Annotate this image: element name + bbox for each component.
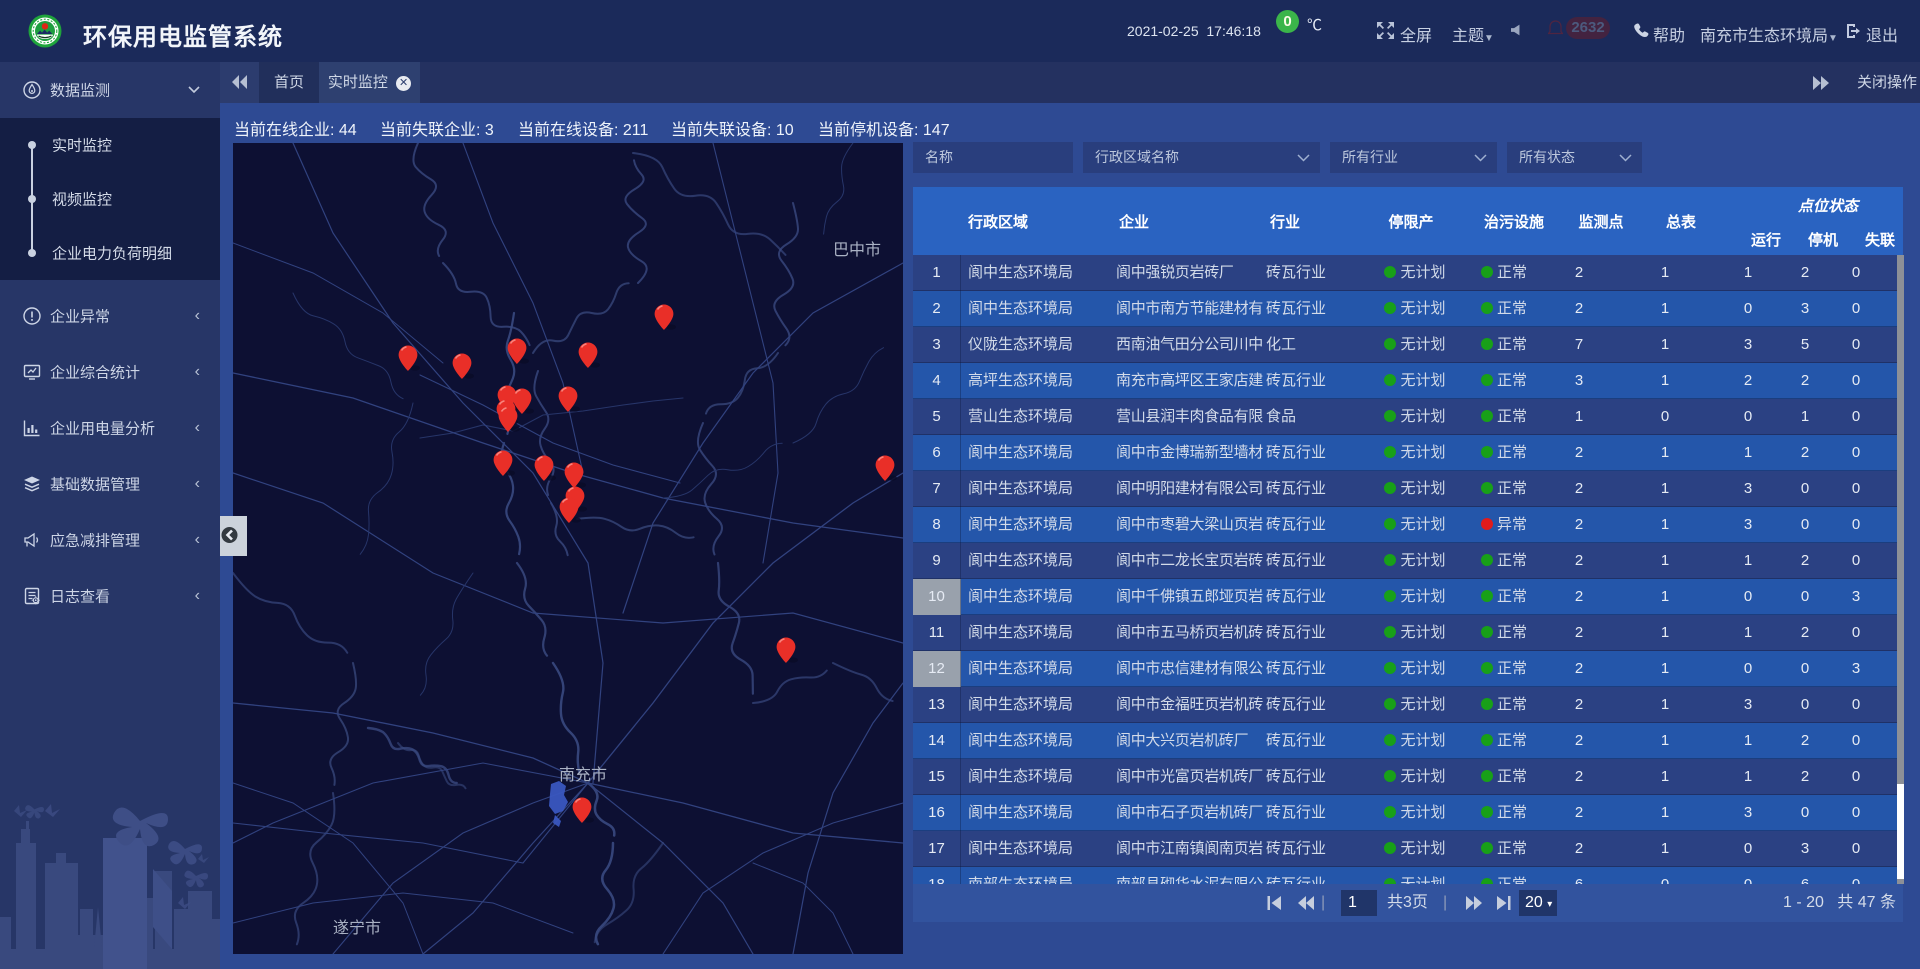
svg-text:南充市: 南充市 bbox=[559, 766, 607, 784]
svg-text:遂宁市: 遂宁市 bbox=[333, 919, 381, 937]
svg-text:巴中市: 巴中市 bbox=[833, 241, 881, 259]
